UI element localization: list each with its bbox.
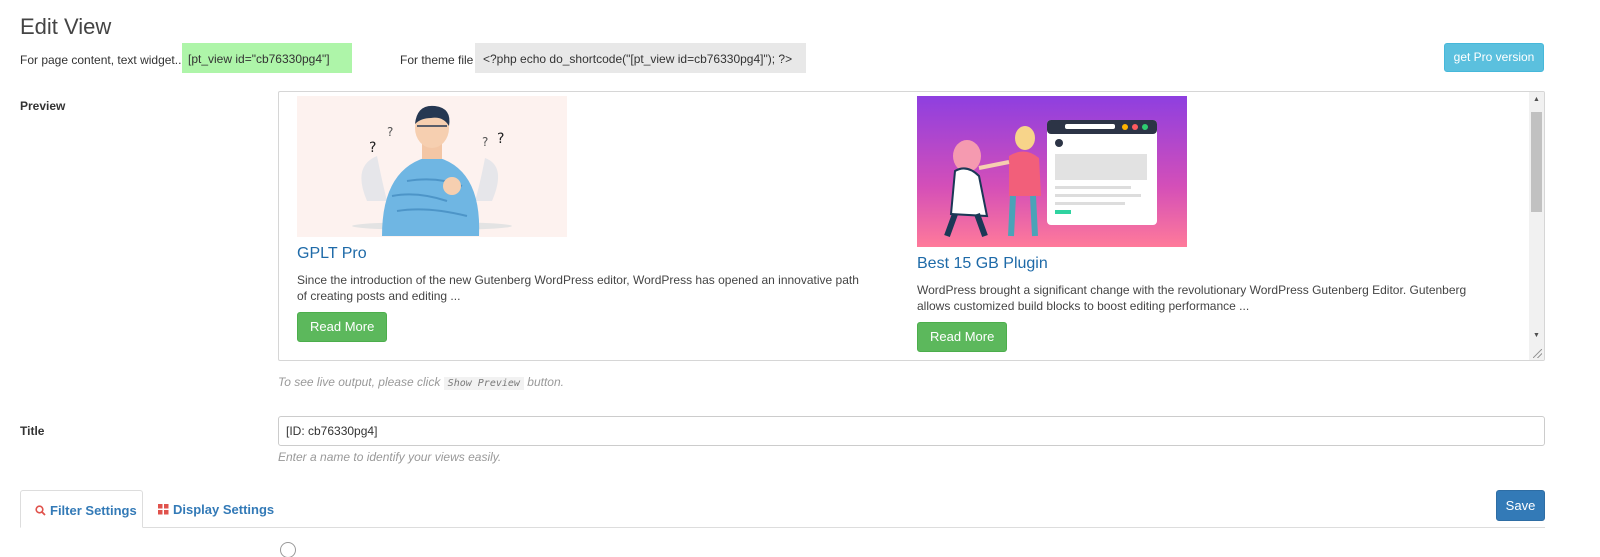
theme-file-shortcode-label: For theme file [400,53,474,67]
grid-icon [158,503,169,518]
preview-scrollbar[interactable]: ▲ ▼ [1529,92,1544,360]
preview-hint-text-end: button. [527,375,564,389]
theme-file-shortcode[interactable]: <?php echo do_shortcode("[pt_view id=cb7… [475,43,806,73]
scroll-up-arrow-icon[interactable]: ▲ [1533,96,1540,103]
tab-display-settings-label: Display Settings [173,502,275,517]
tab-display-settings[interactable]: Display Settings [158,490,274,528]
svg-text:?: ? [482,135,488,149]
tab-filter-settings-label: Filter Settings [50,503,137,518]
page-content-shortcode-label: For page content, text widget... [20,53,185,67]
shortcode-row: For page content, text widget... [pt_vie… [20,43,1560,73]
resize-handle-icon[interactable] [1533,349,1542,358]
preview-card: Best 15 GB Plugin WordPress brought a si… [917,96,1497,352]
title-label: Title [20,424,45,438]
radio-button[interactable] [280,542,296,557]
post-thumbnail-image: ? ? ? ? [297,96,567,237]
save-button[interactable]: Save [1496,490,1545,521]
svg-text:?: ? [369,140,376,156]
scroll-down-arrow-icon[interactable]: ▼ [1533,332,1540,339]
search-icon [35,504,46,519]
scrollbar-thumb[interactable] [1531,112,1542,212]
post-excerpt: Since the introduction of the new Gutenb… [297,273,859,303]
preview-hint: To see live output, please click Show Pr… [278,375,564,390]
post-title-link[interactable]: GPLT Pro [297,245,877,263]
post-excerpt: WordPress brought a significant change w… [917,283,1467,313]
title-input[interactable] [278,416,1545,446]
title-hint: Enter a name to identify your views easi… [278,450,502,464]
post-thumbnail-image [917,96,1187,247]
read-more-button[interactable]: Read More [917,322,1008,352]
svg-text:?: ? [497,131,504,147]
tab-filter-settings[interactable]: Filter Settings [20,490,143,528]
show-preview-code: Show Preview [443,377,524,390]
page-title: Edit View [20,14,112,39]
preview-hint-text: To see live output, please click [278,375,441,389]
post-title-link[interactable]: Best 15 GB Plugin [917,255,1497,273]
svg-text:?: ? [387,125,393,139]
preview-label: Preview [20,99,66,113]
read-more-button[interactable]: Read More [297,312,388,342]
preview-panel[interactable]: ? ? ? ? GPLT Pro Since the introduction … [278,91,1545,361]
get-pro-version-button[interactable]: get Pro version [1444,43,1544,72]
preview-card: ? ? ? ? GPLT Pro Since the introduction … [297,96,877,342]
settings-tabs: Filter Settings Display Settings [20,490,1545,528]
page-content-shortcode[interactable]: [pt_view id="cb76330pg4"] [182,43,352,73]
